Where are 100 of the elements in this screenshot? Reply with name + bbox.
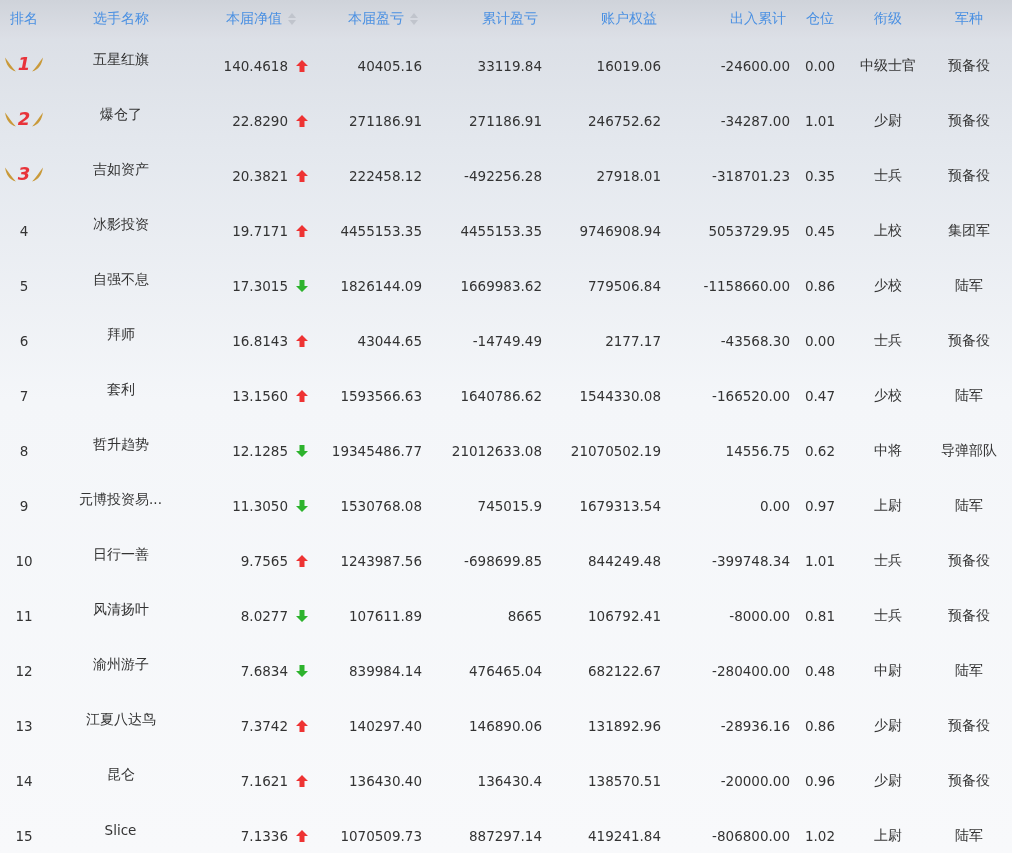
net-value: 11.3050 — [232, 497, 288, 514]
table-cell: 271186.91 — [349, 112, 422, 129]
column-header-cell[interactable]: 本届盈亏 — [300, 0, 422, 38]
net-value: 7.6834 — [240, 662, 288, 679]
net-value: 140.4618 — [223, 57, 288, 74]
table-cell: 0.48 — [804, 662, 836, 679]
column-header-cell[interactable]: 排名 — [0, 0, 48, 38]
table-cell: 19345486.77 — [331, 442, 422, 459]
table-cell: 少校 — [874, 386, 902, 405]
sort-icon[interactable] — [288, 13, 296, 25]
table-cell: 1.01 — [804, 112, 836, 129]
column-header-cell[interactable]: 选手名称 — [48, 0, 193, 38]
table-cell: 1679313.54 — [579, 497, 661, 514]
table-cell: 预备役 — [948, 56, 990, 75]
table-cell: 少尉 — [874, 111, 902, 130]
column-header-cell[interactable]: 军种 — [926, 0, 1012, 38]
table-cell: -20000.00 — [720, 772, 790, 789]
table-cell: 839984.14 — [349, 662, 422, 679]
table-cell: 少校 — [874, 276, 902, 295]
table-cell: 预备役 — [948, 716, 990, 735]
column-header[interactable]: 本届盈亏 — [348, 10, 404, 28]
column-header-cell[interactable]: 衔级 — [850, 0, 926, 38]
column-header[interactable]: 本届净值 — [226, 10, 282, 28]
table-cell: 146890.06 — [469, 717, 542, 734]
column-header[interactable]: 仓位 — [806, 10, 834, 28]
table-cell: 1.01 — [804, 552, 836, 569]
table-cell: 4455153.35 — [340, 222, 422, 239]
net-value: 20.3821 — [232, 167, 288, 184]
rank-number: 14 — [15, 772, 33, 789]
column-header-cell[interactable]: 仓位 — [790, 0, 850, 38]
table-cell: -14749.49 — [472, 332, 542, 349]
column-header[interactable]: 排名 — [10, 10, 38, 28]
table-cell: 106792.41 — [588, 607, 661, 624]
table-cell: 40405.16 — [357, 57, 422, 74]
table-cell: 预备役 — [948, 331, 990, 350]
player-name: 哲升趋势 — [92, 435, 149, 454]
table-cell: 士兵 — [874, 166, 902, 185]
table-cell: -492256.28 — [464, 167, 542, 184]
table-cell: 1.02 — [804, 827, 836, 844]
table-cell: 0.86 — [804, 277, 836, 294]
rank-number: 9 — [19, 497, 29, 514]
table-cell: 陆军 — [955, 276, 983, 295]
table-cell: 0.00 — [804, 332, 836, 349]
table-cell: 844249.48 — [588, 552, 661, 569]
rank-number: 11 — [15, 607, 33, 624]
table-cell: 14556.75 — [725, 442, 790, 459]
rank-number: 1 — [17, 53, 31, 74]
table-cell: 0.96 — [804, 772, 836, 789]
table-cell: 导弹部队 — [941, 441, 997, 460]
column-header[interactable]: 选手名称 — [92, 10, 149, 28]
table-cell: -166520.00 — [712, 387, 790, 404]
column-header[interactable]: 军种 — [955, 10, 983, 28]
net-value: 13.1560 — [232, 387, 288, 404]
column-header[interactable]: 出入累计 — [730, 10, 786, 28]
table-cell: -8000.00 — [729, 607, 790, 624]
net-value: 7.3742 — [240, 717, 288, 734]
table-cell: 43044.65 — [357, 332, 422, 349]
table-cell: 0.47 — [804, 387, 836, 404]
player-name: 昆仑 — [106, 765, 135, 784]
sort-icon[interactable] — [410, 13, 418, 25]
table-cell: 27918.01 — [596, 167, 661, 184]
rank-number: 7 — [19, 387, 29, 404]
table-cell: 21012633.08 — [451, 442, 542, 459]
table-cell: 士兵 — [874, 551, 902, 570]
table-cell: 集团军 — [948, 221, 990, 240]
column-header-cell[interactable]: 账户权益 — [542, 0, 661, 38]
rank-number: 6 — [19, 332, 29, 349]
table-cell: 预备役 — [948, 606, 990, 625]
column-header[interactable]: 累计盈亏 — [482, 10, 538, 28]
table-cell: 预备役 — [948, 551, 990, 570]
table-cell: 预备役 — [948, 166, 990, 185]
table-cell: 0.35 — [804, 167, 836, 184]
table-cell: 1640786.62 — [460, 387, 542, 404]
table-cell: -318701.23 — [712, 167, 790, 184]
net-value: 16.8143 — [232, 332, 288, 349]
table-cell: 682122.67 — [588, 662, 661, 679]
table-cell: 246752.62 — [588, 112, 661, 129]
table-cell: 140297.40 — [349, 717, 422, 734]
column-header-cell[interactable]: 本届净值 — [193, 0, 300, 38]
table-cell: -806800.00 — [712, 827, 790, 844]
column-header[interactable]: 衔级 — [874, 10, 902, 28]
table-cell: 0.00 — [804, 57, 836, 74]
table-cell: 33119.84 — [477, 57, 542, 74]
table-cell: -698699.85 — [464, 552, 542, 569]
table-cell: 1593566.63 — [340, 387, 422, 404]
column-header[interactable]: 账户权益 — [601, 10, 657, 28]
table-cell: 0.00 — [759, 497, 790, 514]
player-name: Slice — [104, 821, 137, 838]
player-name: 爆仓了 — [99, 105, 142, 124]
table-cell: 0.86 — [804, 717, 836, 734]
column-header-cell[interactable]: 出入累计 — [661, 0, 790, 38]
table-cell: 0.81 — [804, 607, 836, 624]
table-cell: 上校 — [874, 221, 902, 240]
table-cell: -1158660.00 — [703, 277, 790, 294]
player-name: 拜师 — [106, 325, 135, 344]
table-cell: 中级士官 — [860, 56, 916, 75]
column-header-cell[interactable]: 累计盈亏 — [422, 0, 542, 38]
table-cell: 士兵 — [874, 606, 902, 625]
table-cell: 1544330.08 — [579, 387, 661, 404]
table-cell: 2177.17 — [605, 332, 661, 349]
